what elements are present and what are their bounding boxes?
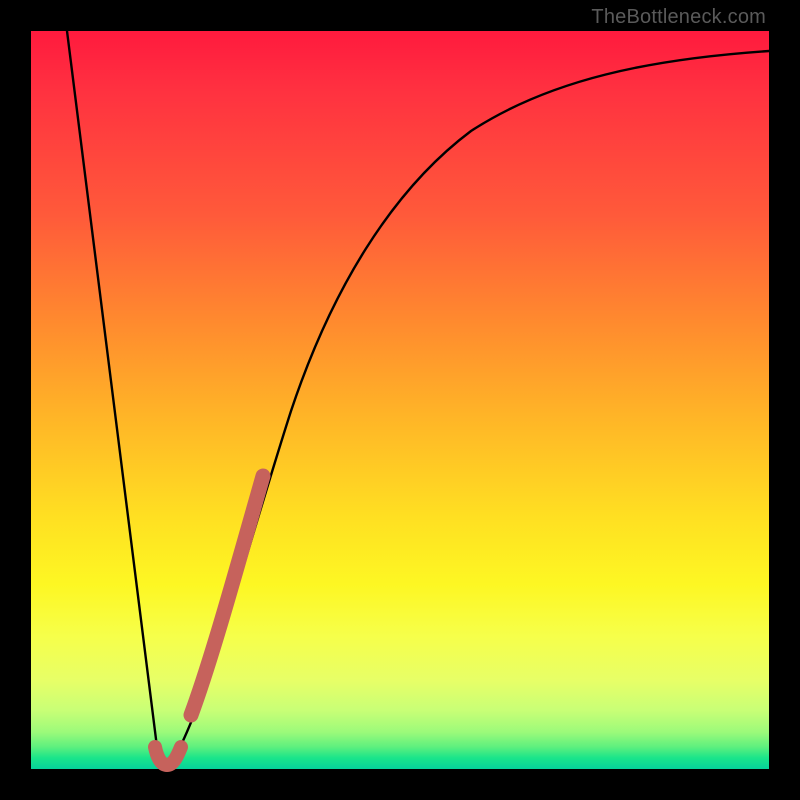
- curve-layer: [31, 31, 769, 769]
- chart-frame: TheBottleneck.com: [0, 0, 800, 800]
- highlight-lower: [155, 747, 181, 765]
- plot-area: [31, 31, 769, 769]
- attribution-text: TheBottleneck.com: [591, 6, 766, 29]
- bottleneck-curve: [67, 31, 769, 766]
- highlight-upper: [191, 476, 263, 715]
